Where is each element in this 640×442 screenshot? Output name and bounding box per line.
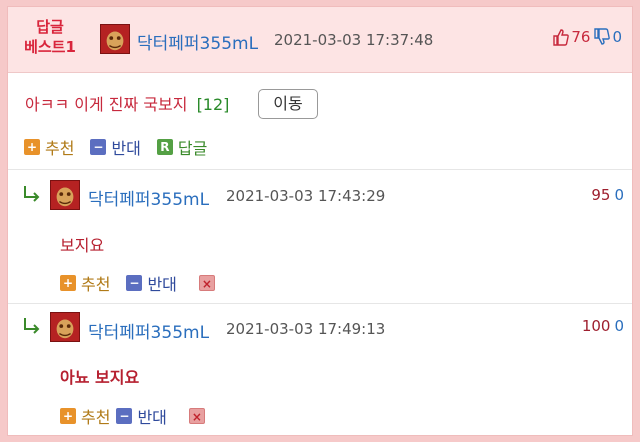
down-count: 0	[614, 186, 624, 204]
post-timestamp: 2021-03-03 17:37:48	[274, 31, 434, 49]
reply-arrow-icon	[24, 318, 40, 334]
post-title[interactable]: 아ㅋㅋ 이게 진짜 국보지	[25, 95, 187, 114]
oppose-button[interactable]: 반대	[147, 271, 176, 295]
divider	[8, 169, 632, 170]
minus-icon[interactable]: −	[116, 408, 133, 424]
comment-timestamp: 2021-03-03 17:49:13	[226, 320, 386, 338]
close-icon[interactable]: ×	[188, 408, 205, 424]
comment-body: 보지요	[60, 236, 105, 255]
oppose-button[interactable]: 반대	[111, 135, 140, 159]
up-count: 100	[581, 317, 611, 335]
plus-icon[interactable]: +	[60, 408, 76, 424]
plus-icon[interactable]: +	[60, 275, 76, 291]
down-count: 0	[614, 317, 624, 335]
comment-body: 아뇨 보지요	[60, 368, 140, 387]
recommend-button[interactable]: 추천	[45, 135, 74, 159]
comment-score: 100 0	[582, 317, 624, 335]
recommend-button[interactable]: 추천	[81, 271, 110, 295]
minus-icon[interactable]: −	[126, 275, 143, 291]
up-count: 76	[571, 28, 591, 46]
best-reply-panel: 답글 베스트1 닥터페퍼355mL 2021-03-03 17:37:48 76…	[7, 6, 633, 436]
author-nickname[interactable]: 닥터페퍼355mL	[88, 185, 209, 210]
thumbs-down-icon[interactable]	[594, 28, 611, 46]
comment-score: 95 0	[591, 186, 624, 204]
avatar[interactable]	[50, 180, 80, 210]
plus-icon[interactable]: +	[24, 139, 40, 155]
best-actions: + 추천 − 반대 R 답글	[24, 135, 207, 159]
avatar[interactable]	[100, 24, 130, 54]
comment-actions: + 추천 − 반대 ×	[60, 404, 210, 428]
comment-timestamp: 2021-03-03 17:43:29	[226, 187, 386, 205]
close-icon[interactable]: ×	[198, 275, 215, 291]
comment-count: [12]	[196, 95, 230, 114]
recommend-button[interactable]: 추천	[81, 404, 110, 428]
author-nickname[interactable]: 닥터페퍼355mL	[137, 29, 258, 54]
vote-summary: 76 0	[553, 28, 622, 46]
up-count: 95	[591, 186, 611, 204]
minus-icon[interactable]: −	[90, 139, 107, 155]
avatar[interactable]	[50, 312, 80, 342]
reply-button[interactable]: 답글	[178, 135, 207, 159]
post-title-row[interactable]: 아ㅋㅋ 이게 진짜 국보지 [12]	[25, 91, 229, 115]
thumbs-up-icon[interactable]	[553, 28, 570, 46]
reply-icon[interactable]: R	[156, 139, 173, 155]
divider	[8, 303, 632, 304]
down-count: 0	[612, 28, 622, 46]
best-badge: 답글 베스트1	[22, 17, 78, 57]
author-nickname[interactable]: 닥터페퍼355mL	[88, 318, 209, 343]
best-badge-line1: 답글	[36, 18, 64, 36]
best-badge-line2: 베스트1	[24, 38, 76, 56]
oppose-button[interactable]: 반대	[137, 404, 166, 428]
reply-arrow-icon	[24, 186, 40, 202]
best-reply-header: 답글 베스트1 닥터페퍼355mL 2021-03-03 17:37:48 76…	[8, 7, 632, 73]
comment-actions: + 추천 − 반대 ×	[60, 271, 220, 295]
move-button[interactable]: 이동	[258, 89, 318, 119]
